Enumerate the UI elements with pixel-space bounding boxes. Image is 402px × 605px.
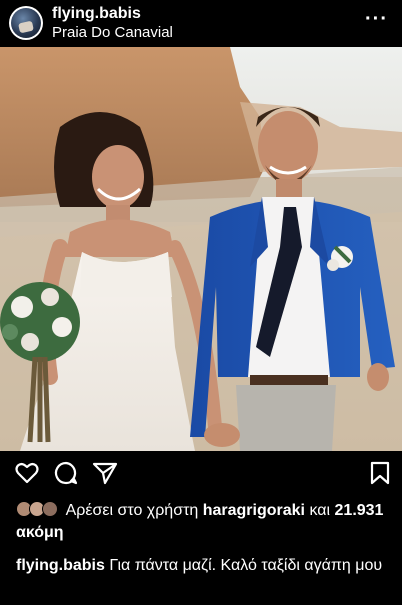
likes-and: και [309,502,331,519]
liker-username[interactable]: haragrigoraki [203,502,305,519]
likes-summary: Αρέσει στο χρήστη haragrigoraki και 21.9… [16,500,396,544]
caption-text: Για πάντα μαζί. Καλό ταξίδι αγάπη μου [109,557,383,574]
wedding-photo-illustration [0,47,402,451]
more-options-icon[interactable]: ··· [365,9,388,29]
likes-prefix: Αρέσει στο χρήστη [65,502,199,519]
liker-avatar [42,501,58,517]
post-header: flying.babis Praia Do Canavial ··· [0,0,402,46]
liker-avatars[interactable] [16,501,62,517]
caption-username[interactable]: flying.babis [16,557,105,574]
share-icon[interactable] [92,460,118,486]
post-photo[interactable] [0,47,402,451]
avatar-image [11,8,41,38]
username[interactable]: flying.babis [52,4,173,23]
comment-icon[interactable] [53,460,79,486]
user-block: flying.babis Praia Do Canavial [52,4,173,42]
bookmark-icon[interactable] [367,460,393,486]
avatar[interactable] [9,6,43,40]
post-caption: flying.babis Για πάντα μαζί. Καλό ταξίδι… [16,555,396,577]
post-actions [0,458,402,488]
location[interactable]: Praia Do Canavial [52,23,173,42]
heart-icon[interactable] [14,460,40,486]
